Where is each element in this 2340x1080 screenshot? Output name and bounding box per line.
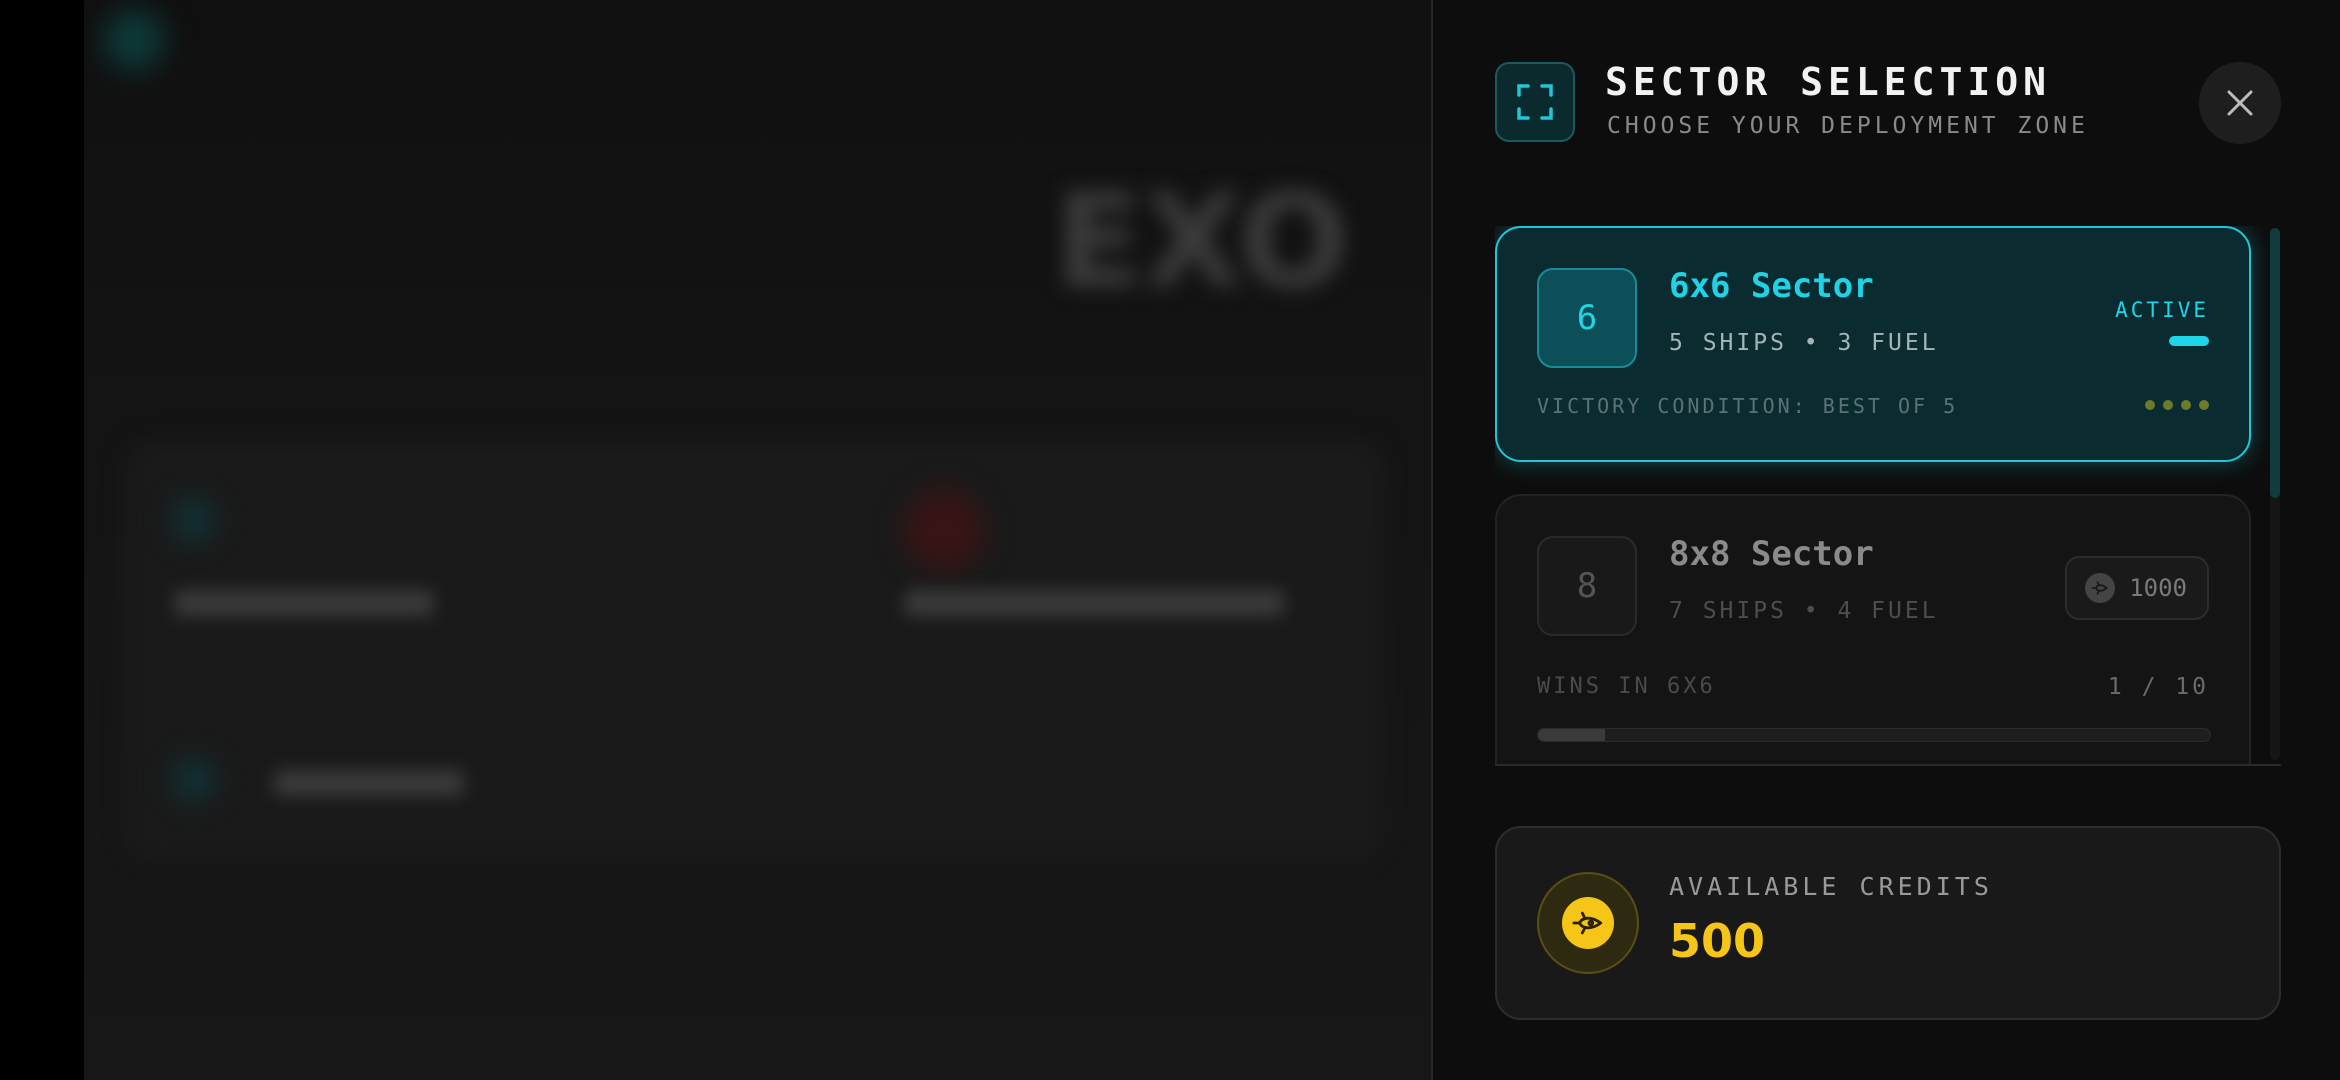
- wins-requirement-label: WINS IN 6X6: [1537, 674, 1716, 699]
- blurred-glow: [104, 10, 164, 70]
- sector-card-6x6[interactable]: 6 6x6 Sector 5 SHIPS • 3 FUEL ACTIVE VIC…: [1495, 226, 2251, 462]
- blurred-game-title: EXO: [1054, 165, 1349, 317]
- credits-value: 500: [1669, 914, 1766, 968]
- panel-subtitle: CHOOSE YOUR DEPLOYMENT ZONE: [1607, 113, 2089, 139]
- victory-condition: VICTORY CONDITION: BEST OF 5: [1537, 394, 1959, 418]
- sector-selection-panel: SECTOR SELECTION CHOOSE YOUR DEPLOYMENT …: [1431, 0, 2340, 1080]
- wins-progress-bar: [1537, 728, 2211, 742]
- rocket-coin-icon: [2085, 573, 2116, 603]
- sector-card-8x8[interactable]: 8 8x8 Sector 7 SHIPS • 4 FUEL 1000 WINS …: [1495, 494, 2251, 764]
- blurred-text: [274, 770, 464, 796]
- sector-size-badge: 8: [1537, 536, 1637, 636]
- blurred-game-background: EXO: [84, 0, 1431, 1080]
- available-credits-card: AVAILABLE CREDITS 500: [1495, 826, 2281, 1020]
- sector-stats: 7 SHIPS • 4 FUEL: [1669, 598, 1939, 624]
- blurred-menu-card: [124, 440, 1384, 860]
- blurred-icon: [174, 500, 214, 540]
- active-status-label: ACTIVE: [2115, 298, 2209, 322]
- blurred-text: [904, 590, 1284, 616]
- sector-list[interactable]: 6 6x6 Sector 5 SHIPS • 3 FUEL ACTIVE VIC…: [1495, 226, 2281, 766]
- close-icon: [2227, 90, 2253, 116]
- credits-label: AVAILABLE CREDITS: [1669, 872, 1993, 901]
- left-bezel: [0, 0, 84, 1080]
- decorative-dots: [2145, 400, 2209, 410]
- credits-coin: [1537, 872, 1639, 974]
- active-indicator: [2169, 336, 2209, 346]
- blurred-icon: [174, 760, 214, 800]
- blurred-text: [174, 590, 434, 616]
- close-button[interactable]: [2199, 62, 2281, 144]
- rocket-coin-icon: [1562, 897, 1614, 949]
- sector-name: 8x8 Sector: [1669, 534, 1874, 574]
- sector-stats: 5 SHIPS • 3 FUEL: [1669, 330, 1939, 356]
- expand-frame-icon: [1495, 62, 1575, 142]
- blurred-icon: [904, 490, 984, 570]
- wins-requirement-count: 1 / 10: [2107, 674, 2209, 700]
- wins-progress-fill: [1538, 729, 1606, 741]
- panel-title: SECTOR SELECTION: [1605, 60, 2052, 104]
- sector-name: 6x6 Sector: [1669, 266, 1874, 306]
- unlock-cost-value: 1000: [2129, 574, 2187, 602]
- unlock-cost-badge: 1000: [2065, 556, 2209, 620]
- scrollbar-thumb[interactable]: [2270, 228, 2280, 498]
- sector-size-badge: 6: [1537, 268, 1637, 368]
